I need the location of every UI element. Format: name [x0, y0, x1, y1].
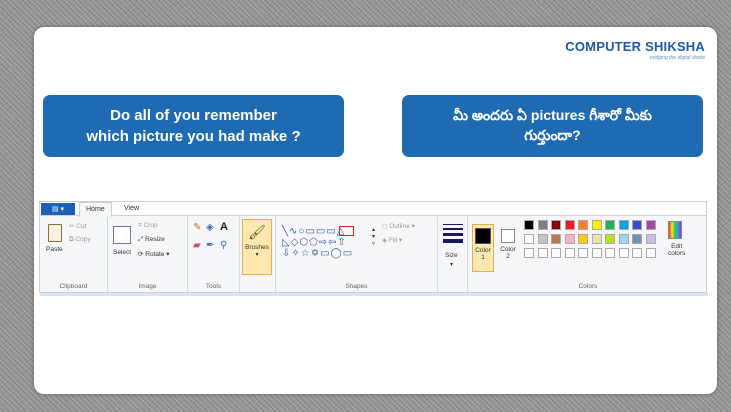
palette-swatch[interactable]	[645, 234, 656, 244]
shapes-group: ╲∿○▭▭▭△ ◺◇⬡⬠⇨⇦⇧ ⇩✧☆✡▭◯▭ ▴ ▾ ▿ ◻ Outline ▾ …	[276, 216, 438, 292]
palette-swatch[interactable]	[645, 220, 656, 230]
palette-swatch[interactable]	[551, 248, 561, 258]
palette-swatch[interactable]	[618, 234, 629, 244]
resize-button[interactable]: ⤢ Resize	[138, 236, 165, 244]
size-group: Size ▾	[438, 216, 468, 292]
palette-swatch[interactable]	[605, 220, 615, 230]
selected-shape-highlight	[339, 226, 354, 236]
palette-swatch[interactable]	[632, 220, 642, 230]
palette-swatch[interactable]	[591, 220, 602, 230]
palette-swatch[interactable]	[618, 220, 629, 230]
palette-swatch[interactable]	[578, 248, 588, 258]
size-icon[interactable]	[443, 224, 463, 243]
brush-icon: 🖌	[248, 224, 266, 240]
palette-swatch[interactable]	[524, 220, 534, 230]
color1-number: 1	[481, 254, 485, 261]
eraser-icon[interactable]: ▰	[193, 240, 201, 251]
question-english-line1: Do all of you remember	[110, 107, 277, 124]
palette-swatch[interactable]	[591, 234, 602, 244]
palette-swatch[interactable]	[537, 234, 548, 244]
palette-swatch[interactable]	[524, 248, 534, 258]
paint-ribbon: ▤ ▾ Home View Paste ✂ Cut ⧉ Copy Clipboa…	[39, 201, 708, 296]
slide: COMPUTER SHIKSHA bridging the digital di…	[34, 27, 717, 394]
color1-label: Color	[475, 247, 491, 254]
question-telugu-line1: మీ అందరు ఏ pictures గీశారో మీకు	[453, 107, 652, 124]
text-tool-icon[interactable]: A	[220, 221, 228, 233]
logo-text: COMPUTER SHIKSHA	[565, 39, 705, 54]
tab-home[interactable]: Home	[79, 202, 112, 217]
palette-swatch[interactable]	[564, 220, 575, 230]
select-icon[interactable]	[113, 226, 131, 244]
fill-bucket-icon[interactable]: ◈	[206, 222, 214, 233]
color-palette	[524, 220, 664, 270]
palette-swatch[interactable]	[618, 248, 629, 258]
brushes-label: Brushes	[245, 244, 269, 251]
palette-swatch[interactable]	[524, 234, 534, 244]
colors-group-label: Colors	[578, 283, 598, 290]
palette-swatch[interactable]	[564, 234, 575, 244]
shapes-scroll[interactable]: ▴ ▾ ▿	[372, 226, 375, 247]
magnifier-icon[interactable]: ⚲	[220, 240, 227, 251]
color2-label: Color	[500, 246, 516, 253]
palette-swatch[interactable]	[537, 248, 548, 258]
brushes-dropdown-icon: ▾	[255, 252, 259, 258]
palette-swatch[interactable]	[605, 248, 615, 258]
canvas-strip	[40, 293, 708, 296]
palette-swatch[interactable]	[645, 248, 656, 258]
palette-swatch[interactable]	[632, 248, 642, 258]
outline-button[interactable]: ◻ Outline ▾	[382, 222, 415, 230]
palette-swatch[interactable]	[632, 234, 642, 244]
edit-colors-icon[interactable]	[668, 221, 682, 239]
computer-shiksha-logo: COMPUTER SHIKSHA bridging the digital di…	[565, 39, 705, 61]
select-button[interactable]: Select	[113, 249, 131, 256]
palette-swatch[interactable]	[551, 220, 561, 230]
question-english: Do all of you remember which picture you…	[43, 95, 344, 157]
image-group: Select ⌗ Crop ⤢ Resize ⟳ Rotate ▾ Image	[108, 216, 188, 292]
palette-swatch[interactable]	[578, 220, 588, 230]
clipboard-group: Paste ✂ Cut ⧉ Copy Clipboard	[40, 216, 108, 292]
palette-swatch[interactable]	[578, 234, 588, 244]
question-english-line2: which picture you had make ?	[86, 128, 301, 145]
shapes-group-label: Shapes	[345, 283, 368, 290]
colors-group: Color 1 Color 2 Edit colors Colors	[468, 216, 708, 292]
file-menu-button[interactable]: ▤ ▾	[41, 203, 75, 215]
size-dropdown-icon: ▾	[450, 262, 454, 268]
clipboard-group-label: Clipboard	[59, 283, 88, 290]
logo-tagline: bridging the digital divide	[649, 55, 705, 61]
paste-button[interactable]: Paste	[46, 246, 63, 253]
brushes-button[interactable]: 🖌 Brushes ▾	[242, 219, 272, 275]
tools-group-label: Tools	[205, 283, 222, 290]
paste-icon[interactable]	[48, 224, 62, 242]
edit-colors-button[interactable]: Edit colors	[668, 243, 685, 257]
color2-swatch	[501, 229, 515, 243]
question-telugu-line2: గుర్తుందా?	[524, 127, 581, 143]
cut-button[interactable]: ✂ Cut	[69, 222, 86, 230]
image-group-label: Image	[138, 283, 157, 290]
palette-swatch[interactable]	[551, 234, 561, 244]
ribbon-tabs: ▤ ▾ Home View	[40, 202, 706, 217]
color1-button[interactable]: Color 1	[472, 224, 494, 272]
palette-swatch[interactable]	[591, 248, 602, 258]
copy-button[interactable]: ⧉ Copy	[69, 236, 91, 244]
color2-number: 2	[506, 253, 510, 260]
color-picker-icon[interactable]: ✒	[206, 240, 214, 251]
fill-button[interactable]: ◈ Fill ▾	[382, 236, 402, 244]
color2-button[interactable]: Color 2	[498, 229, 518, 260]
color1-swatch	[475, 228, 491, 244]
pencil-icon[interactable]: ✎	[193, 222, 201, 233]
tab-view[interactable]: View	[118, 202, 145, 216]
tools-group: ✎ ◈ A ▰ ✒ ⚲ Tools	[188, 216, 240, 292]
crop-button[interactable]: ⌗ Crop	[138, 222, 158, 230]
palette-swatch[interactable]	[564, 248, 575, 258]
question-telugu: మీ అందరు ఏ pictures గీశారో మీకు గుర్తుంద…	[402, 95, 703, 157]
palette-swatch[interactable]	[605, 234, 615, 244]
palette-swatch[interactable]	[537, 220, 548, 230]
size-button[interactable]: Size	[445, 252, 458, 259]
brushes-group: 🖌 Brushes ▾	[240, 216, 276, 292]
rotate-button[interactable]: ⟳ Rotate ▾	[138, 250, 170, 258]
